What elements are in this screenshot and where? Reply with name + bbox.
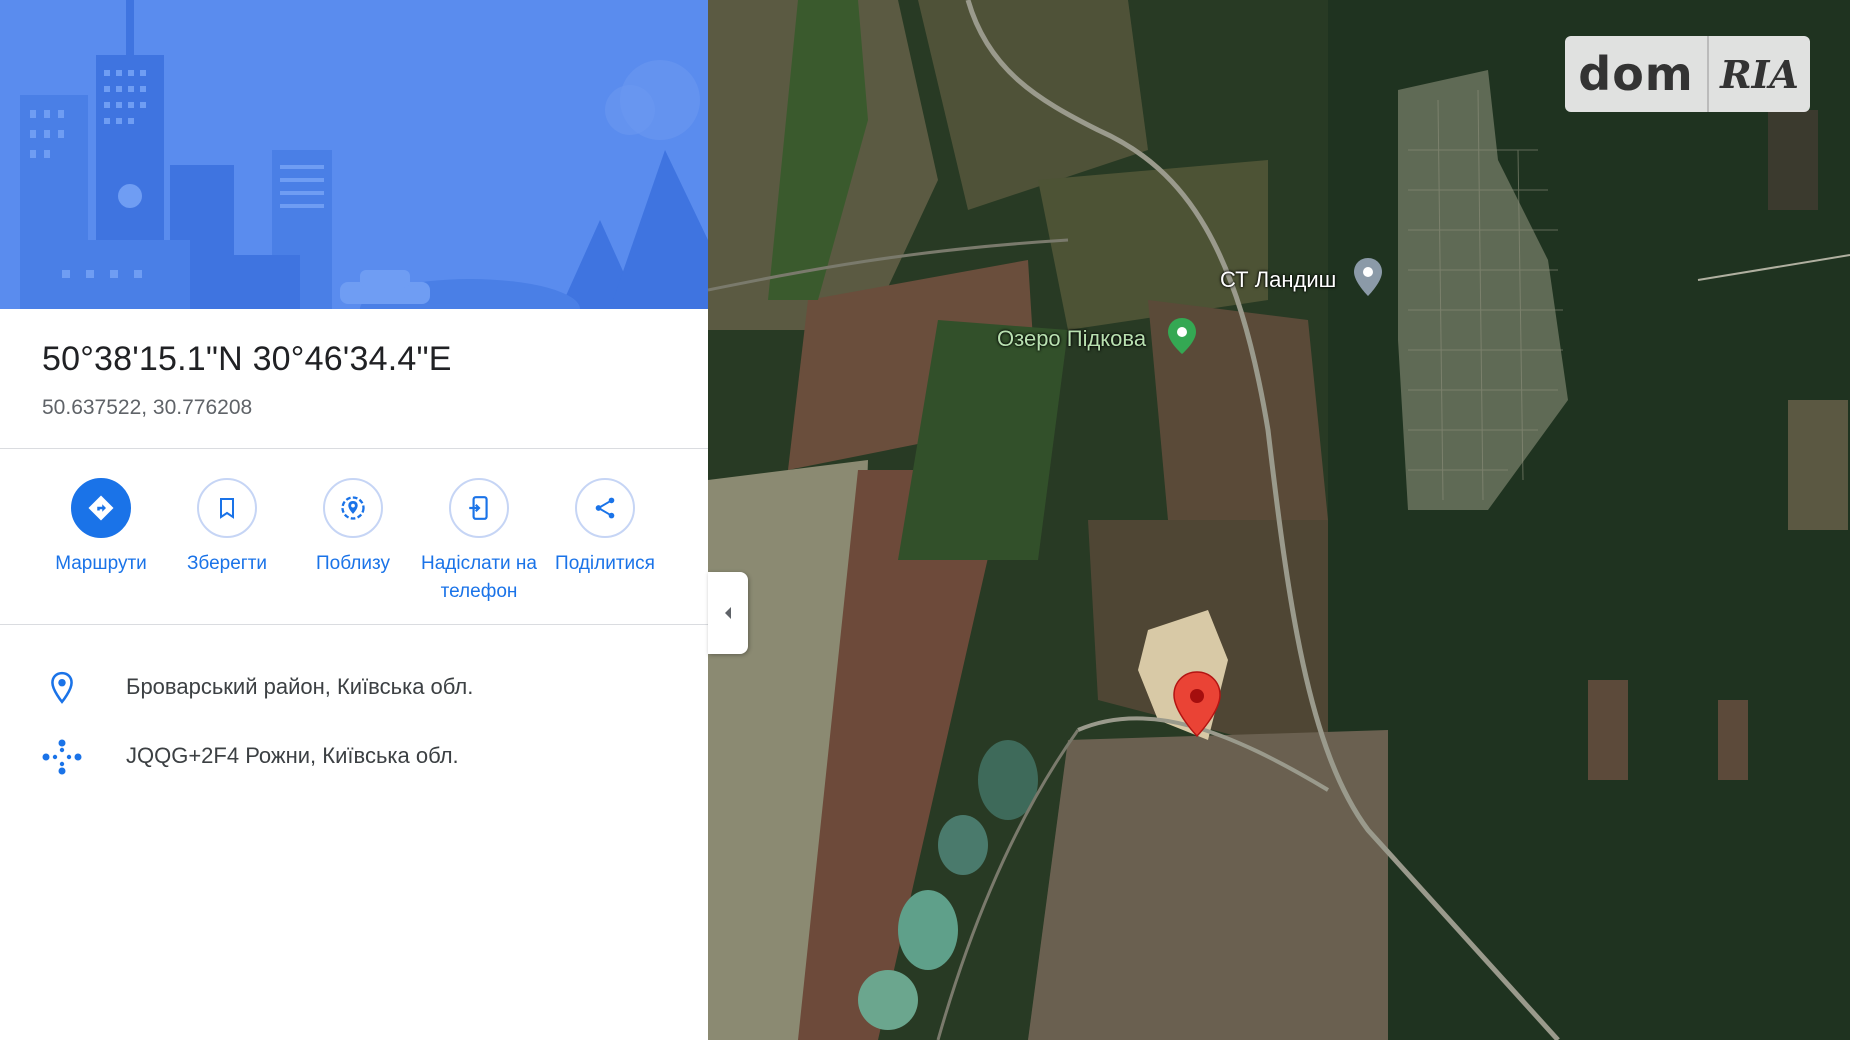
nearby-button[interactable]: Поблизу bbox=[290, 478, 416, 578]
hero-illustration bbox=[0, 0, 708, 309]
send-to-phone-label: Надіслати на телефон bbox=[421, 553, 537, 602]
place-title: 50°38'15.1"N 30°46'34.4"E bbox=[42, 340, 452, 378]
plus-code-row[interactable]: JQQG+2F4 Рожни, Київська обл. bbox=[0, 733, 708, 781]
satellite-imagery bbox=[708, 0, 1850, 1040]
address-text: Броварський район, Київська обл. bbox=[126, 674, 474, 699]
map-label-lake[interactable]: Озеро Підкова bbox=[997, 326, 1146, 352]
domria-logo: dom RIA bbox=[1565, 36, 1810, 112]
map-label-landysh[interactable]: СТ Ландиш bbox=[1220, 267, 1336, 293]
share-label: Поділитися bbox=[555, 553, 655, 574]
place-panel: 50°38'15.1"N 30°46'34.4"E 50.637522, 30.… bbox=[0, 0, 708, 1040]
send-to-phone-button[interactable]: Надіслати на телефон bbox=[416, 478, 542, 606]
directions-label: Маршрути bbox=[55, 553, 147, 574]
share-icon bbox=[575, 478, 635, 538]
collapse-panel-button[interactable] bbox=[708, 572, 748, 654]
send-to-phone-icon bbox=[449, 478, 509, 538]
logo-ria: RIA bbox=[1720, 51, 1799, 97]
save-label: Зберегти bbox=[186, 553, 268, 574]
save-button[interactable]: Зберегти bbox=[164, 478, 290, 578]
divider bbox=[0, 624, 708, 625]
nearby-label: Поблизу bbox=[316, 553, 390, 574]
directions-button[interactable]: Маршрути bbox=[38, 478, 164, 578]
location-pin-icon bbox=[40, 670, 84, 706]
divider bbox=[0, 448, 708, 449]
directions-icon bbox=[71, 478, 131, 538]
plus-code-icon bbox=[40, 739, 84, 775]
satellite-map[interactable]: СТ Ландиш Озеро Підкова bbox=[708, 0, 1850, 1040]
nearby-icon bbox=[323, 478, 383, 538]
chevron-left-icon bbox=[725, 607, 731, 619]
plus-code-text: JQQG+2F4 Рожни, Київська обл. bbox=[126, 743, 459, 768]
bookmark-icon bbox=[197, 478, 257, 538]
share-button[interactable]: Поділитися bbox=[542, 478, 668, 578]
city-illustration bbox=[0, 0, 708, 309]
logo-dom: dom bbox=[1565, 36, 1709, 112]
address-row[interactable]: Броварський район, Київська обл. bbox=[0, 664, 708, 712]
decimal-coordinates[interactable]: 50.637522, 30.776208 bbox=[42, 396, 252, 420]
